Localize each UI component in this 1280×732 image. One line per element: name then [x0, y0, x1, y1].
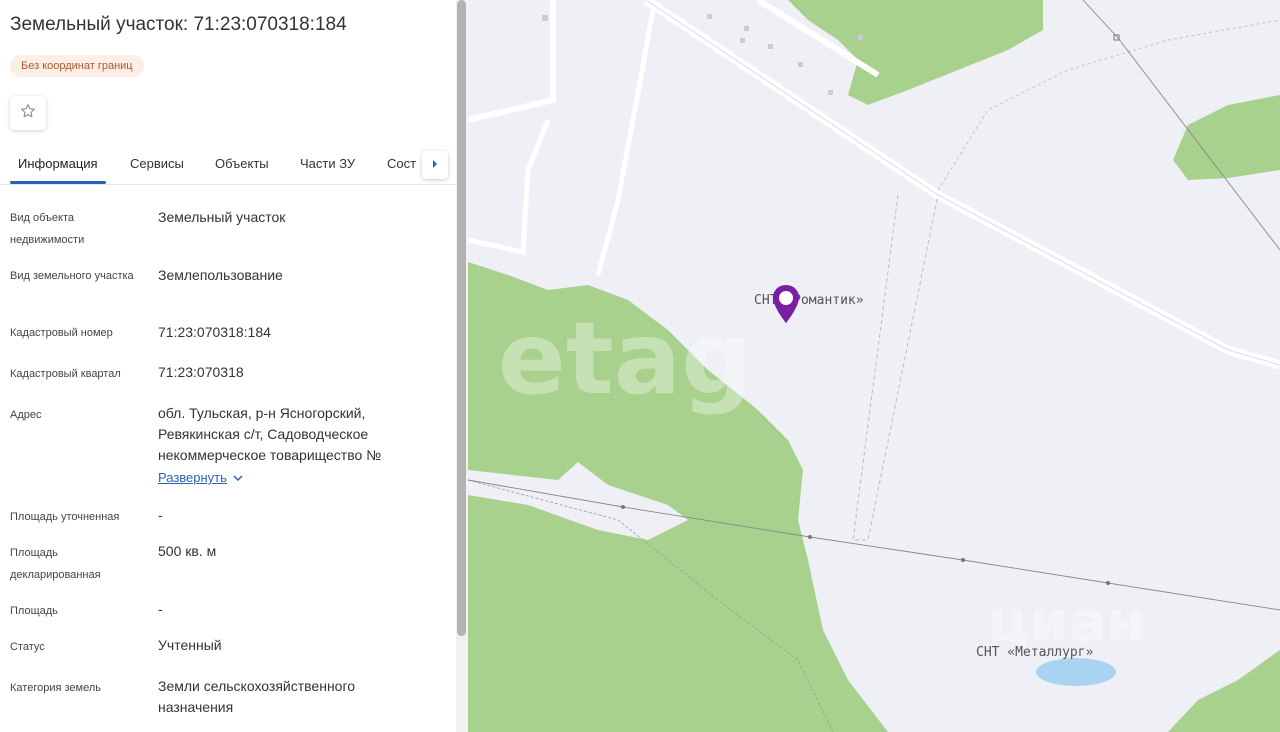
tab-objects[interactable]: Объекты: [215, 156, 269, 171]
tab-information[interactable]: Информация: [18, 156, 98, 171]
status-label: Статус: [10, 641, 45, 653]
tab-parts[interactable]: Части ЗУ: [300, 156, 355, 171]
star-icon: [19, 102, 37, 125]
info-panel: Земельный участок: 71:23:070318:184 Без …: [0, 0, 456, 732]
category-value: Земли сельскохозяйственного назначения: [158, 678, 356, 715]
pond: [1036, 658, 1116, 686]
side-road-2: [595, 9, 656, 276]
cad-block-value: 71:23:070318: [158, 364, 244, 380]
power-pole: [621, 505, 625, 509]
no-boundaries-badge: Без координат границ: [10, 55, 144, 77]
active-tab-indicator: [10, 181, 106, 184]
power-pole: [808, 535, 812, 539]
area-refined-value: -: [158, 507, 163, 523]
tabs-scroll-right-button[interactable]: [422, 151, 448, 179]
land-kind-value: Землепользование: [158, 267, 283, 283]
area-label: Площадь: [10, 605, 58, 617]
category-label: Категория земель: [10, 682, 101, 694]
favorite-button[interactable]: [10, 96, 46, 130]
panel-scrollbar-thumb[interactable]: [457, 0, 466, 636]
map-view[interactable]: etag циан СНТ «Романтик» СНТ «Металлург»: [468, 0, 1280, 732]
tab-services[interactable]: Сервисы: [130, 156, 184, 171]
status-value: Учтенный: [158, 637, 222, 653]
etag-watermark: etag: [498, 300, 753, 417]
chevron-down-icon: [233, 470, 243, 485]
power-pole: [961, 558, 965, 562]
power-pole: [1106, 581, 1110, 585]
forest-area-top: [788, 0, 1043, 105]
map-label-metallurg: СНТ «Металлург»: [976, 645, 1094, 660]
kind-value: Земельный участок: [158, 209, 286, 225]
tab-bar: Информация Сервисы Объекты Части ЗУ Сост…: [0, 146, 456, 185]
cad-block-label: Кадастровый квартал: [10, 368, 121, 380]
area-value: -: [158, 601, 163, 617]
address-value: обл. Тульская, р-н Ясногорский, Ревякинс…: [158, 405, 382, 463]
side-road-3: [468, 119, 551, 256]
page-title: Земельный участок: 71:23:070318:184: [10, 14, 347, 35]
area-declared-value: 500 кв. м: [158, 543, 217, 559]
kind-label: Вид объекта недвижимости: [10, 212, 85, 246]
forest-area-right: [1173, 95, 1280, 180]
area-declared-label: Площадь декларированная: [10, 547, 101, 581]
address-label: Адрес: [10, 409, 42, 421]
expand-label: Развернуть: [158, 470, 227, 485]
expand-address-link[interactable]: Развернуть: [158, 470, 243, 485]
chevron-right-icon: [431, 156, 439, 174]
area-refined-label: Площадь уточненная: [10, 511, 120, 523]
dashed-track-1: [852, 194, 939, 541]
cad-number-label: Кадастровый номер: [10, 327, 113, 339]
forest-area-bottom-right: [1168, 650, 1280, 732]
land-kind-label: Вид земельного участка: [10, 270, 134, 282]
cad-number-value: 71:23:070318:184: [158, 324, 271, 340]
buildings: [542, 14, 863, 95]
side-road-1: [468, 0, 556, 123]
